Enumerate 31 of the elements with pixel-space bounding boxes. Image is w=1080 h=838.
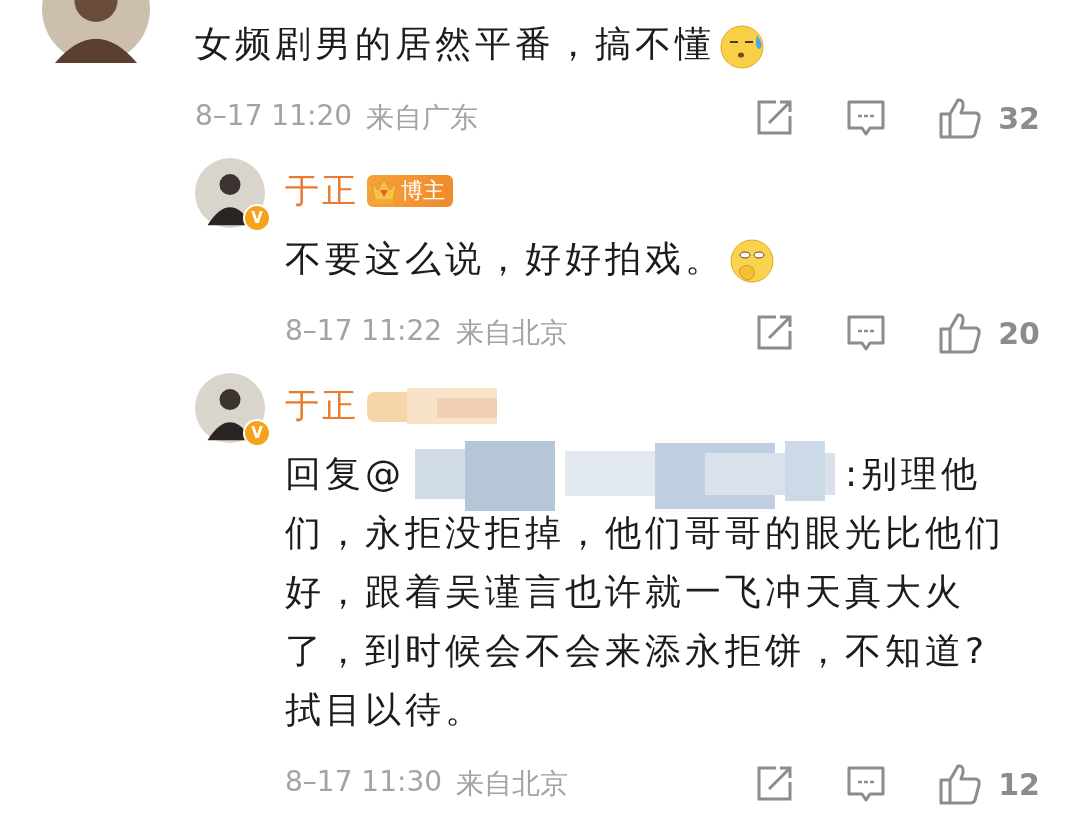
author-name[interactable]: 于正 bbox=[285, 383, 359, 429]
avatar[interactable] bbox=[195, 158, 265, 228]
comment-text: 女频剧男的居然平番，搞不懂 bbox=[195, 23, 715, 64]
comment-text: 们，永拒没拒掉，他们哥哥的眼光比他们 bbox=[285, 511, 1005, 555]
like-icon[interactable] bbox=[938, 763, 983, 805]
comment-text: 拭目以待。 bbox=[285, 688, 485, 732]
comment-icon[interactable] bbox=[846, 98, 887, 138]
comment-time: 8–17 11:30 bbox=[285, 765, 443, 800]
comment-location: 来自北京 bbox=[456, 315, 569, 351]
verified-badge: V bbox=[243, 419, 271, 447]
comment-text: 了，到时候会不会来添永拒饼，不知道? bbox=[285, 629, 989, 673]
comment-time: 8–17 11:22 bbox=[285, 314, 443, 349]
like-count: 12 bbox=[998, 766, 1040, 802]
comment-text: :别理他 bbox=[845, 453, 982, 494]
comment-text: 回复@ bbox=[285, 453, 405, 494]
comment-icon[interactable] bbox=[846, 313, 887, 353]
comment-text: 好，跟着吴谨言也许就一飞冲天真大火 bbox=[285, 570, 965, 614]
like-icon[interactable] bbox=[938, 312, 983, 354]
role-badge: 博主 bbox=[367, 175, 453, 207]
comment-text: 不要这么说，好好拍戏。 bbox=[285, 238, 725, 279]
author-name[interactable]: 于正 bbox=[285, 168, 359, 214]
comment-time: 8–17 11:20 bbox=[195, 99, 353, 134]
like-count: 32 bbox=[998, 100, 1040, 136]
like-count: 20 bbox=[998, 315, 1040, 351]
comment-location: 来自广东 bbox=[366, 100, 479, 136]
avatar[interactable] bbox=[195, 373, 265, 443]
like-icon[interactable] bbox=[938, 97, 983, 139]
verified-badge: V bbox=[243, 204, 271, 232]
comment-icon[interactable] bbox=[846, 764, 887, 804]
comment-location: 来自北京 bbox=[456, 766, 569, 802]
mouth-cover-emoji-icon bbox=[727, 236, 777, 286]
